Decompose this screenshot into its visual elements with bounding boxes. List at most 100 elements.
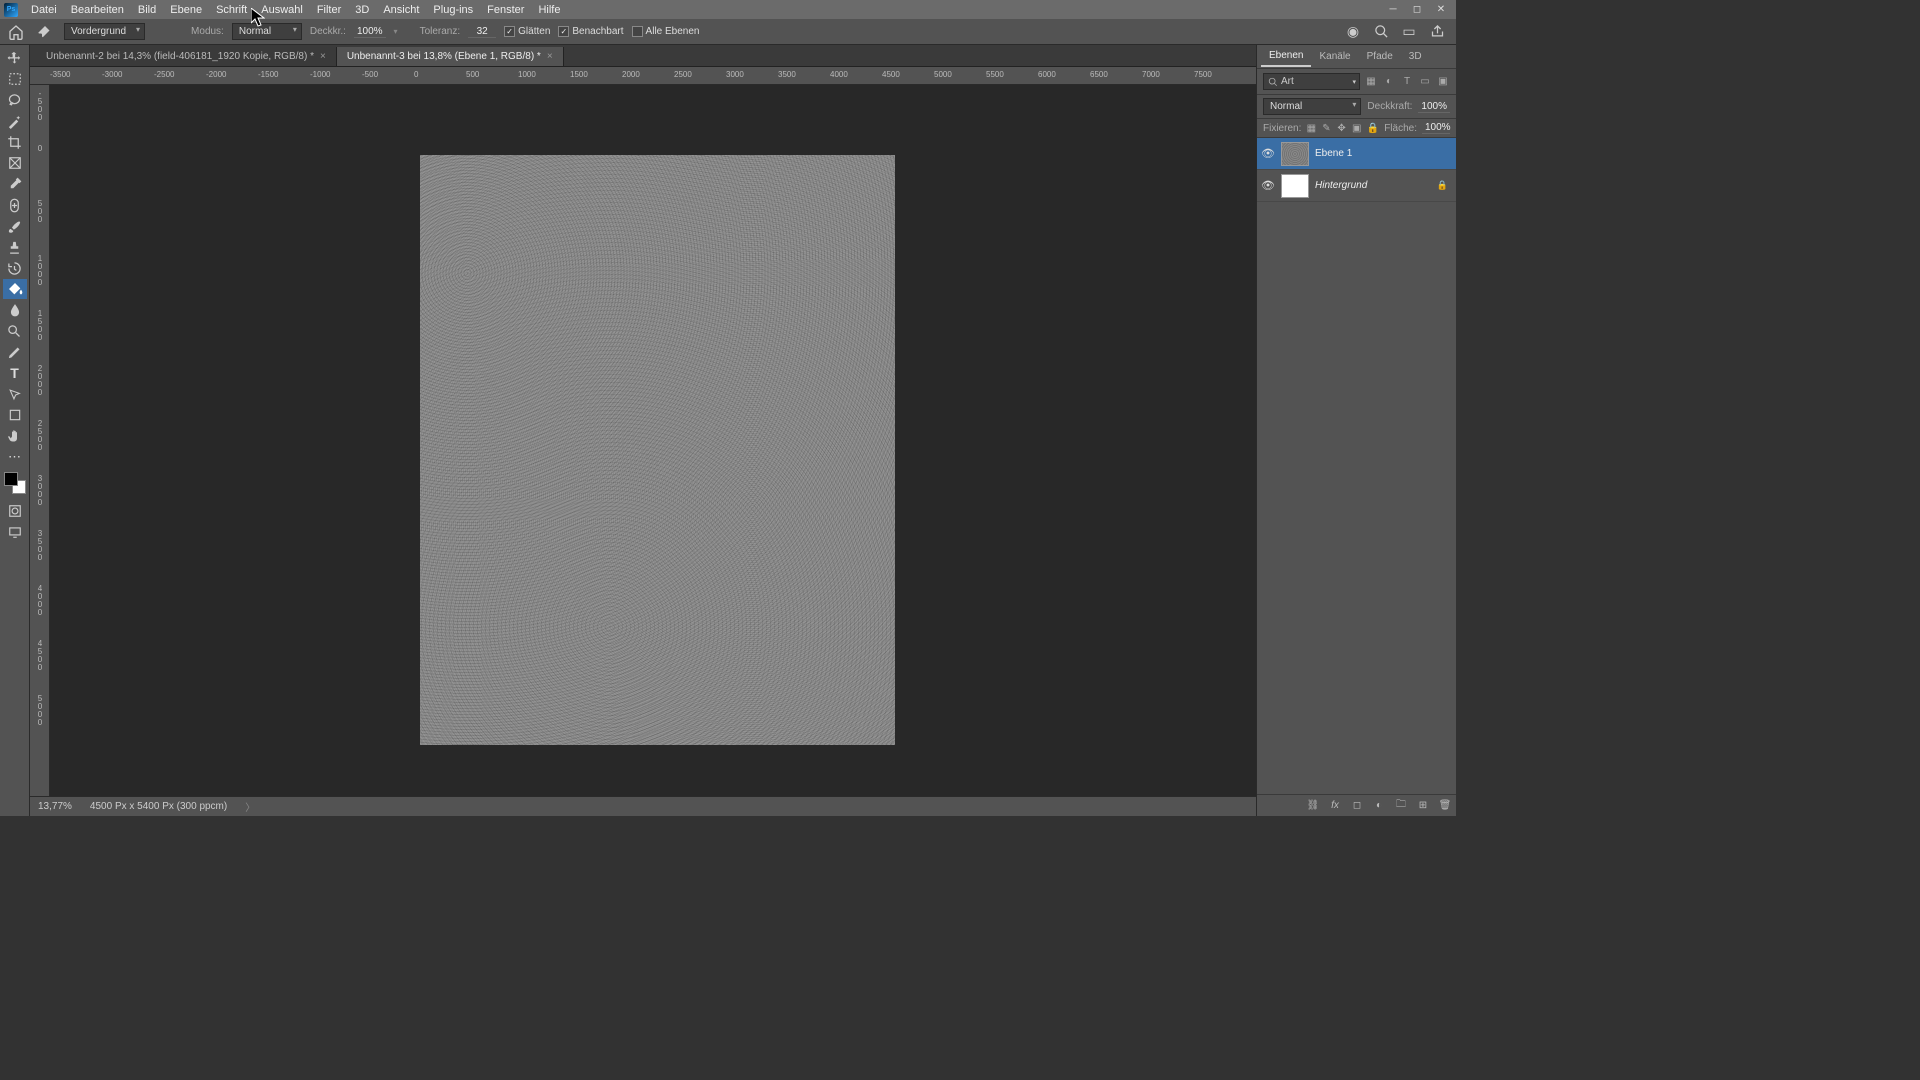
doc-info: 4500 Px x 5400 Px (300 ppcm) bbox=[90, 801, 227, 812]
wand-tool[interactable] bbox=[3, 111, 27, 131]
layer-style-icon[interactable]: fx bbox=[1328, 799, 1342, 813]
dodge-tool[interactable] bbox=[3, 321, 27, 341]
history-brush-tool[interactable] bbox=[3, 258, 27, 278]
menu-hilfe[interactable]: Hilfe bbox=[531, 2, 567, 18]
foreground-color-swatch[interactable] bbox=[4, 472, 18, 486]
blend-mode-dropdown[interactable]: Normal bbox=[232, 23, 302, 40]
layer-mask-icon[interactable]: ◻ bbox=[1350, 799, 1364, 813]
menu-datei[interactable]: Datei bbox=[24, 2, 64, 18]
lock-position-icon[interactable]: ✥ bbox=[1337, 123, 1347, 134]
hand-tool[interactable] bbox=[3, 426, 27, 446]
frame-tool[interactable] bbox=[3, 153, 27, 173]
menu-fenster[interactable]: Fenster bbox=[480, 2, 531, 18]
lock-artboard-icon[interactable]: ▣ bbox=[1352, 123, 1362, 134]
type-tool[interactable]: T bbox=[3, 363, 27, 383]
layer-opacity-input[interactable]: 100% bbox=[1418, 101, 1450, 113]
menu-bild[interactable]: Bild bbox=[131, 2, 163, 18]
all-layers-checkbox[interactable]: Alle Ebenen bbox=[632, 26, 700, 37]
lock-pixels-icon[interactable]: ✎ bbox=[1321, 123, 1331, 134]
blur-tool[interactable] bbox=[3, 300, 27, 320]
layer-name-label[interactable]: Hintergrund bbox=[1315, 180, 1367, 191]
filter-adjust-icon[interactable]: ◐ bbox=[1382, 75, 1396, 89]
stamp-tool[interactable] bbox=[3, 237, 27, 257]
filter-shape-icon[interactable]: ▭ bbox=[1418, 75, 1432, 89]
more-tools[interactable]: ⋯ bbox=[3, 447, 27, 467]
screenmode-toggle[interactable] bbox=[3, 522, 27, 542]
antialias-checkbox[interactable]: ✓Glätten bbox=[504, 26, 550, 37]
menu-ansicht[interactable]: Ansicht bbox=[376, 2, 426, 18]
quickmask-toggle[interactable] bbox=[3, 501, 27, 521]
opacity-input[interactable]: 100% bbox=[354, 26, 386, 38]
lock-transparency-icon[interactable]: ▦ bbox=[1306, 123, 1316, 134]
canvas-viewport[interactable] bbox=[50, 85, 1256, 796]
ruler-tick: 1000 bbox=[32, 255, 48, 287]
document-tab[interactable]: Unbenannt-2 bei 14,3% (field-406181_1920… bbox=[36, 47, 337, 66]
contiguous-checkbox[interactable]: ✓Benachbart bbox=[558, 26, 623, 37]
search-icon[interactable] bbox=[1372, 23, 1390, 41]
layer-filter-dropdown[interactable]: Art bbox=[1263, 73, 1360, 90]
menu-bearbeiten[interactable]: Bearbeiten bbox=[64, 2, 131, 18]
menu-filter[interactable]: Filter bbox=[310, 2, 348, 18]
panel-tab-kanäle[interactable]: Kanäle bbox=[1311, 47, 1358, 66]
cloud-docs-icon[interactable]: ◉ bbox=[1344, 23, 1362, 41]
healing-tool[interactable] bbox=[3, 195, 27, 215]
document-tab[interactable]: Unbenannt-3 bei 13,8% (Ebene 1, RGB/8) *… bbox=[337, 47, 564, 66]
filter-type-icon[interactable]: T bbox=[1400, 75, 1414, 89]
new-layer-icon[interactable]: ⊞ bbox=[1416, 799, 1430, 813]
pen-tool[interactable] bbox=[3, 342, 27, 362]
panel-tab-3d[interactable]: 3D bbox=[1401, 47, 1430, 66]
tab-close-icon[interactable]: × bbox=[547, 51, 553, 62]
home-button[interactable] bbox=[6, 22, 26, 42]
layer-row[interactable]: 👁Hintergrund🔒 bbox=[1257, 170, 1456, 202]
visibility-toggle[interactable]: 👁 bbox=[1261, 179, 1275, 192]
filter-pixel-icon[interactable]: ▦ bbox=[1364, 75, 1378, 89]
current-tool-icon[interactable] bbox=[34, 21, 56, 43]
brush-tool[interactable] bbox=[3, 216, 27, 236]
lock-all-icon[interactable]: 🔒 bbox=[1367, 123, 1379, 134]
ruler-tick: 1000 bbox=[518, 70, 536, 79]
layer-name-label[interactable]: Ebene 1 bbox=[1315, 148, 1352, 159]
group-icon[interactable]: 🗀 bbox=[1394, 799, 1408, 813]
eyedropper-tool[interactable] bbox=[3, 174, 27, 194]
ruler-tick: -1500 bbox=[258, 70, 278, 79]
ruler-tick: 1500 bbox=[570, 70, 588, 79]
move-tool[interactable] bbox=[3, 48, 27, 68]
tab-close-icon[interactable]: × bbox=[320, 51, 326, 62]
zoom-level[interactable]: 13,77% bbox=[38, 801, 72, 812]
menu-3d[interactable]: 3D bbox=[348, 2, 376, 18]
visibility-toggle[interactable]: 👁 bbox=[1261, 147, 1275, 160]
crop-tool[interactable] bbox=[3, 132, 27, 152]
delete-layer-icon[interactable]: 🗑 bbox=[1438, 799, 1452, 813]
layer-thumbnail[interactable] bbox=[1281, 142, 1309, 166]
maximize-button[interactable]: ◻ bbox=[1406, 3, 1428, 17]
tolerance-input[interactable]: 32 bbox=[468, 26, 496, 38]
path-select-tool[interactable] bbox=[3, 384, 27, 404]
menu-ebene[interactable]: Ebene bbox=[163, 2, 209, 18]
fill-opacity-input[interactable]: 100% bbox=[1422, 122, 1450, 134]
link-layers-icon[interactable]: ⛓ bbox=[1306, 799, 1320, 813]
paint-bucket-tool[interactable] bbox=[3, 279, 27, 299]
fill-source-dropdown[interactable]: Vordergrund bbox=[64, 23, 145, 40]
layer-row[interactable]: 👁 Ebene 1 bbox=[1257, 138, 1456, 170]
shape-tool[interactable] bbox=[3, 405, 27, 425]
marquee-tool[interactable] bbox=[3, 69, 27, 89]
ruler-tick: -500 bbox=[32, 90, 48, 122]
panel-tab-ebenen[interactable]: Ebenen bbox=[1261, 46, 1311, 67]
menu-schrift[interactable]: Schrift bbox=[209, 2, 254, 18]
close-button[interactable]: ✕ bbox=[1430, 3, 1452, 17]
filter-smart-icon[interactable]: ▣ bbox=[1436, 75, 1450, 89]
layer-thumbnail[interactable] bbox=[1281, 174, 1309, 198]
adjustment-layer-icon[interactable]: ◐ bbox=[1372, 799, 1386, 813]
panel-tab-pfade[interactable]: Pfade bbox=[1359, 47, 1401, 66]
ruler-tick: 5500 bbox=[986, 70, 1004, 79]
workspace-icon[interactable]: ▭ bbox=[1400, 23, 1418, 41]
menu-plug-ins[interactable]: Plug-ins bbox=[426, 2, 480, 18]
ruler-tick: 5000 bbox=[32, 695, 48, 727]
menu-auswahl[interactable]: Auswahl bbox=[254, 2, 310, 18]
lasso-tool[interactable] bbox=[3, 90, 27, 110]
color-swatches[interactable] bbox=[4, 472, 26, 494]
minimize-button[interactable]: ─ bbox=[1382, 3, 1404, 17]
canvas[interactable] bbox=[420, 155, 895, 745]
layer-blend-dropdown[interactable]: Normal bbox=[1263, 98, 1361, 115]
share-icon[interactable] bbox=[1428, 23, 1446, 41]
